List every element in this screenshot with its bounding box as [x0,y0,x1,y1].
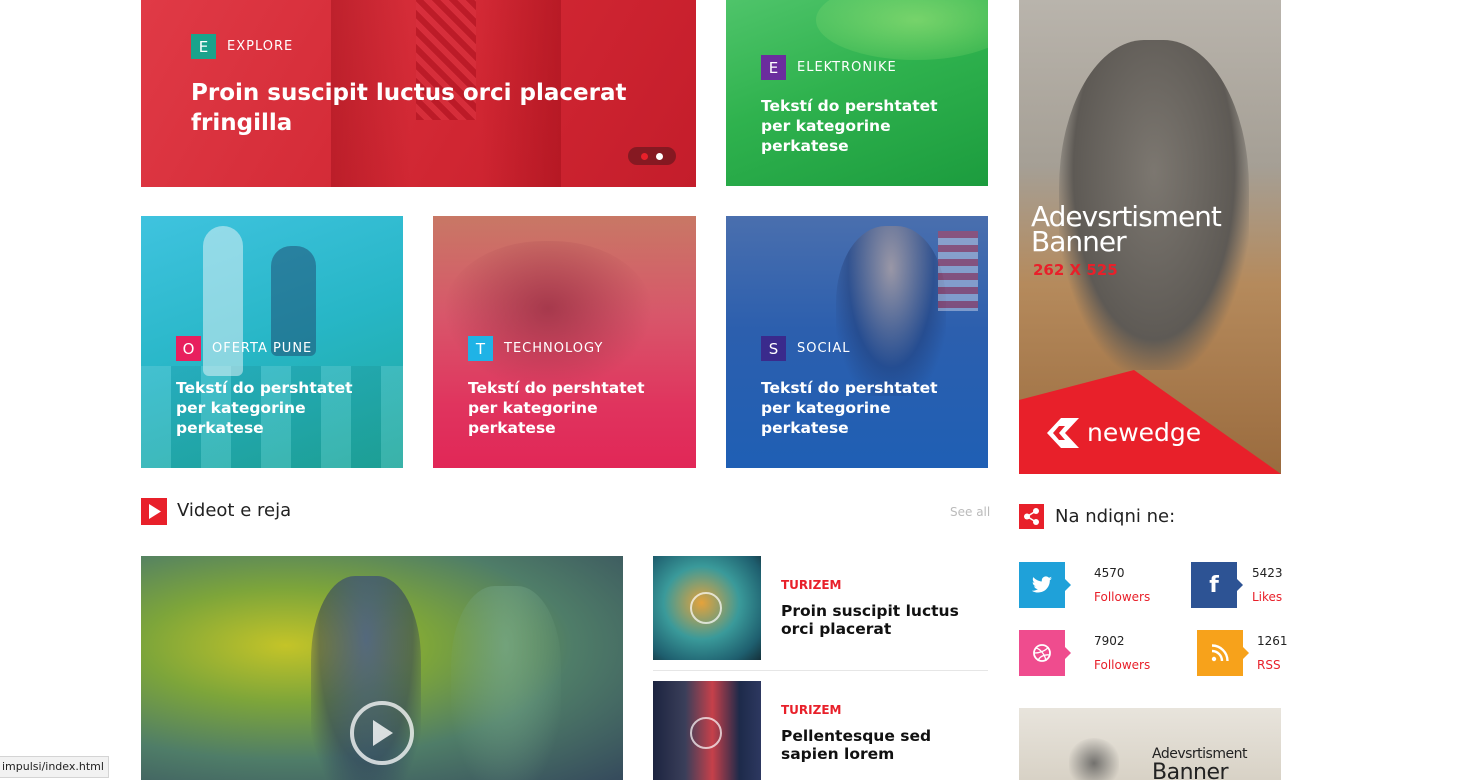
flag-image [938,231,978,311]
video-thumb[interactable] [653,556,761,660]
person-image [836,226,946,396]
ad-banner-2[interactable]: Adevsrtisment Banner [1019,708,1281,780]
elephant-image [443,241,653,391]
twitter-icon[interactable] [1019,562,1071,608]
category-badge: T [468,336,493,361]
status-bar-url: impulsi/index.html [0,756,109,778]
video-item-title[interactable]: Proin suscipit luctus orci placerat [781,602,991,638]
category-label[interactable]: SOCIAL [797,341,851,356]
slider-dot-active[interactable] [656,152,663,160]
card-title[interactable]: Tekstí do pershtatet per kategorine perk… [761,378,961,438]
facebook-label[interactable]: Likes [1252,590,1282,604]
ad2-title-line2: Banner [1152,760,1229,780]
divider [653,670,988,671]
play-icon[interactable] [690,717,722,749]
category-badge: E [761,55,786,80]
ad-title-line2: Banner [1031,225,1127,258]
featured-side-card[interactable]: E ELEKTRONIKE Tekstí do pershtatet per k… [726,0,988,186]
follow-section-title: Na ndiqni ne: [1055,506,1176,527]
share-icon [1019,504,1044,529]
category-badge: S [761,336,786,361]
video-thumb[interactable] [653,681,761,780]
facebook-count: 5423 [1252,566,1283,580]
slider-dot[interactable] [641,152,648,160]
twitter-count: 4570 [1094,566,1125,580]
video-section-icon [141,498,167,525]
category-card-oferta[interactable]: O OFERTA PUNE Tekstí do pershtatet per k… [141,216,403,468]
video-item-category[interactable]: TURIZEM [781,578,841,592]
category-label[interactable]: ELEKTRONIKE [797,60,897,75]
category-badge: O [176,336,201,361]
see-all-link[interactable]: See all [950,505,990,519]
play-icon[interactable] [690,592,722,624]
cyclist-image [1069,738,1119,780]
featured-title[interactable]: Proin suscipit luctus orci placerat frin… [191,78,651,138]
facebook-icon[interactable]: f [1191,562,1243,608]
video-image-figure-right [451,586,561,780]
featured-video[interactable] [141,556,623,780]
play-icon[interactable] [350,701,414,765]
rss-count: 1261 [1257,634,1288,648]
category-label[interactable]: TECHNOLOGY [504,341,603,356]
dribbble-label[interactable]: Followers [1094,658,1150,672]
twitter-label[interactable]: Followers [1094,590,1150,604]
card-title[interactable]: Tekstí do pershtatet per kategorine perk… [761,96,961,156]
category-badge: E [191,34,216,59]
video-item-title[interactable]: Pellentesque sed sapien lorem [781,727,991,763]
rss-icon[interactable] [1197,630,1249,676]
newedge-logo-icon [1047,418,1079,448]
dribbble-count: 7902 [1094,634,1125,648]
ad-brand: newedge [1087,418,1202,447]
card-title[interactable]: Tekstí do pershtatet per kategorine perk… [176,378,376,438]
ad-size: 262 X 525 [1033,261,1118,279]
category-label[interactable]: OFERTA PUNE [212,341,312,356]
rss-label[interactable]: RSS [1257,658,1281,672]
ad-banner[interactable]: Adevsrtisment Banner 262 X 525 newedge [1019,0,1281,474]
category-card-technology[interactable]: T TECHNOLOGY Tekstí do pershtatet per ka… [433,216,696,468]
category-card-social[interactable]: S SOCIAL Tekstí do pershtatet per katego… [726,216,988,468]
card-title[interactable]: Tekstí do pershtatet per kategorine perk… [468,378,668,438]
category-label[interactable]: EXPLORE [227,39,293,54]
videos-section-title: Videot e reja [177,500,292,521]
video-item-category[interactable]: TURIZEM [781,703,841,717]
featured-main-card[interactable]: E EXPLORE Proin suscipit luctus orci pla… [141,0,696,187]
dribbble-icon[interactable] [1019,630,1071,676]
slider-dots[interactable] [628,147,676,165]
